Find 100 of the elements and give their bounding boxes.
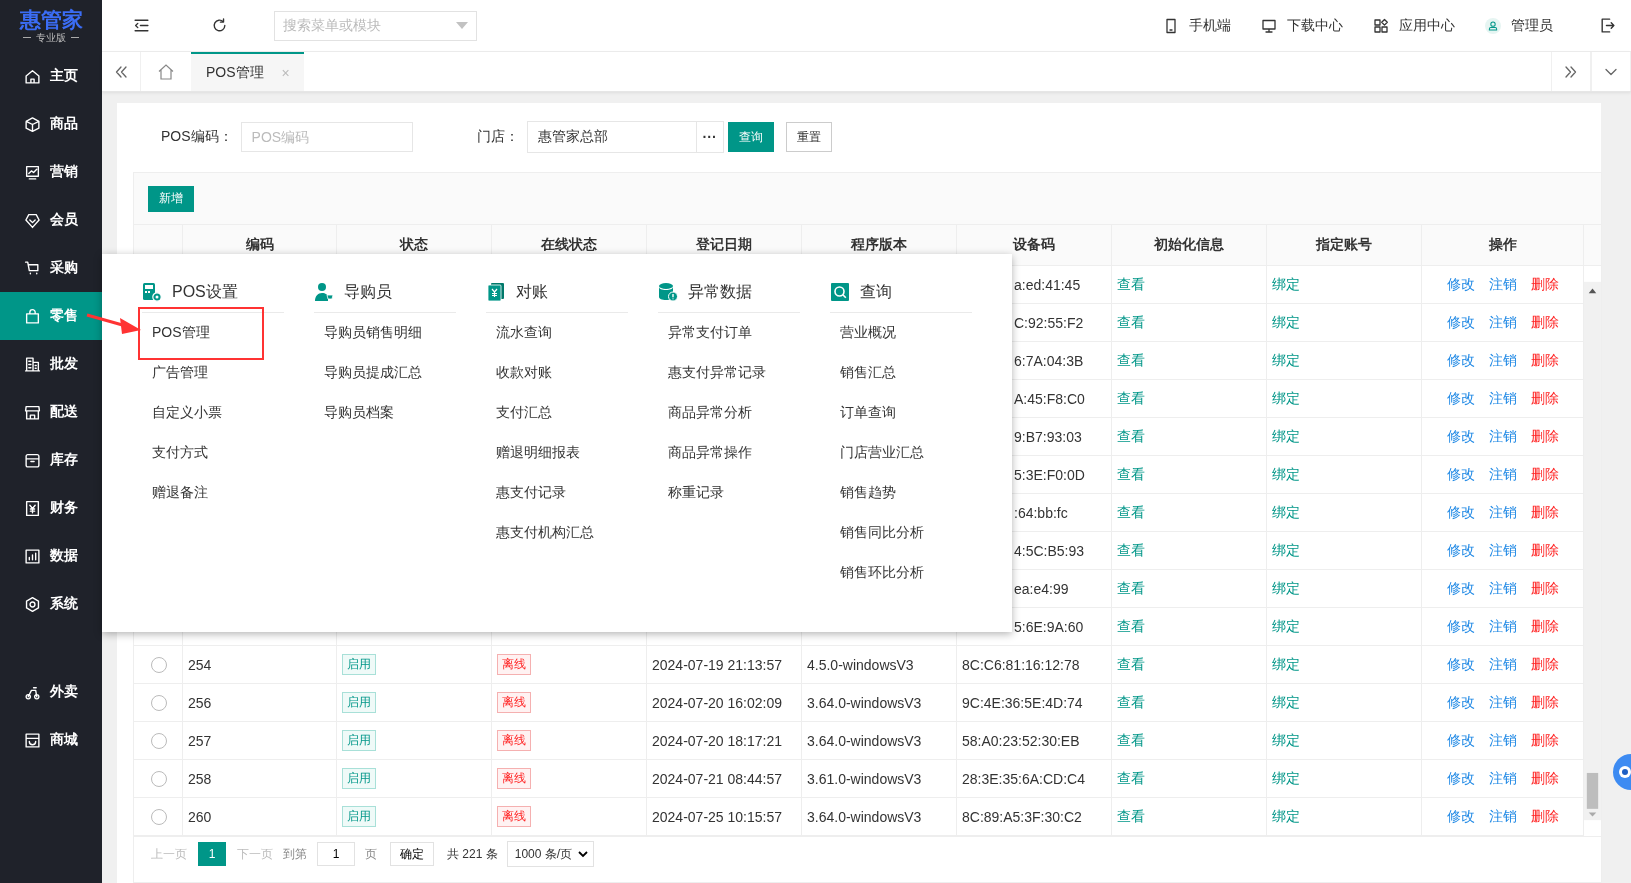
- header-link[interactable]: 应用中心: [1373, 16, 1455, 35]
- delete-link[interactable]: 删除: [1530, 769, 1559, 788]
- deactivate-link[interactable]: 注销: [1488, 769, 1517, 788]
- view-link[interactable]: 查看: [1117, 465, 1145, 484]
- sidebar-item[interactable]: 配送: [0, 388, 102, 436]
- menu-item[interactable]: 商品异常分析: [658, 393, 800, 433]
- edit-link[interactable]: 修改: [1446, 389, 1475, 408]
- delete-link[interactable]: 删除: [1530, 465, 1559, 484]
- edit-link[interactable]: 修改: [1446, 655, 1475, 674]
- sidebar-item[interactable]: 外卖: [0, 668, 102, 716]
- menu-item[interactable]: 导购员档案: [314, 393, 456, 433]
- sidebar-item[interactable]: 商城: [0, 716, 102, 764]
- deactivate-link[interactable]: 注销: [1488, 655, 1517, 674]
- user-menu[interactable]: 管理员: [1485, 16, 1553, 35]
- bind-link[interactable]: 绑定: [1272, 351, 1300, 370]
- floating-icon[interactable]: [1611, 752, 1631, 792]
- delete-link[interactable]: 删除: [1530, 351, 1559, 370]
- view-link[interactable]: 查看: [1117, 769, 1145, 788]
- deactivate-link[interactable]: 注销: [1488, 579, 1517, 598]
- delete-link[interactable]: 删除: [1530, 655, 1559, 674]
- view-link[interactable]: 查看: [1117, 617, 1145, 636]
- edit-link[interactable]: 修改: [1446, 617, 1475, 636]
- menu-item[interactable]: 支付汇总: [486, 393, 628, 433]
- deactivate-link[interactable]: 注销: [1488, 617, 1517, 636]
- edit-link[interactable]: 修改: [1446, 313, 1475, 332]
- home-icon[interactable]: [157, 62, 175, 81]
- menu-item[interactable]: 支付方式: [142, 433, 284, 473]
- bind-link[interactable]: 绑定: [1272, 731, 1300, 750]
- menu-item[interactable]: 广告管理: [142, 353, 284, 393]
- sidebar-item[interactable]: 营销: [0, 148, 102, 196]
- menu-item[interactable]: 异常支付订单: [658, 313, 800, 353]
- view-link[interactable]: 查看: [1117, 807, 1145, 826]
- edit-link[interactable]: 修改: [1446, 351, 1475, 370]
- menu-item[interactable]: 导购员销售明细: [314, 313, 456, 353]
- page-input[interactable]: 1: [317, 842, 355, 866]
- sidebar-item[interactable]: 库存: [0, 436, 102, 484]
- bind-link[interactable]: 绑定: [1272, 541, 1300, 560]
- edit-link[interactable]: 修改: [1446, 503, 1475, 522]
- view-link[interactable]: 查看: [1117, 427, 1145, 446]
- deactivate-link[interactable]: 注销: [1488, 541, 1517, 560]
- header-link[interactable]: 手机端: [1163, 16, 1231, 35]
- view-link[interactable]: 查看: [1117, 579, 1145, 598]
- bind-link[interactable]: 绑定: [1272, 655, 1300, 674]
- deactivate-link[interactable]: 注销: [1488, 503, 1517, 522]
- bind-link[interactable]: 绑定: [1272, 313, 1300, 332]
- delete-link[interactable]: 删除: [1530, 693, 1559, 712]
- delete-link[interactable]: 删除: [1530, 313, 1559, 332]
- store-field[interactable]: 惠管家总部: [527, 122, 697, 152]
- bind-link[interactable]: 绑定: [1272, 275, 1300, 294]
- sidebar-item[interactable]: 商品: [0, 100, 102, 148]
- menu-item[interactable]: 导购员提成汇总: [314, 353, 456, 393]
- tab[interactable]: POS管理 ×: [191, 52, 304, 91]
- deactivate-link[interactable]: 注销: [1488, 465, 1517, 484]
- menu-item[interactable]: 流水查询: [486, 313, 628, 353]
- edit-link[interactable]: 修改: [1446, 465, 1475, 484]
- bind-link[interactable]: 绑定: [1272, 769, 1300, 788]
- deactivate-link[interactable]: 注销: [1488, 389, 1517, 408]
- view-link[interactable]: 查看: [1117, 655, 1145, 674]
- deactivate-link[interactable]: 注销: [1488, 693, 1517, 712]
- bind-link[interactable]: 绑定: [1272, 503, 1300, 522]
- view-link[interactable]: 查看: [1117, 389, 1145, 408]
- bind-link[interactable]: 绑定: [1272, 693, 1300, 712]
- confirm-button[interactable]: 确定: [390, 842, 434, 866]
- sidebar-item[interactable]: 批发: [0, 340, 102, 388]
- reset-button[interactable]: 重置: [785, 122, 832, 152]
- delete-link[interactable]: 删除: [1530, 731, 1559, 750]
- page-size-select[interactable]: 1000 条/页: [506, 841, 595, 867]
- view-link[interactable]: 查看: [1117, 275, 1145, 294]
- bind-link[interactable]: 绑定: [1272, 389, 1300, 408]
- deactivate-link[interactable]: 注销: [1488, 731, 1517, 750]
- deactivate-link[interactable]: 注销: [1488, 313, 1517, 332]
- delete-link[interactable]: 删除: [1530, 427, 1559, 446]
- search-button[interactable]: 查询: [727, 122, 774, 152]
- menu-fold-icon[interactable]: [132, 17, 150, 34]
- bind-link[interactable]: 绑定: [1272, 427, 1300, 446]
- delete-link[interactable]: 删除: [1530, 275, 1559, 294]
- view-link[interactable]: 查看: [1117, 351, 1145, 370]
- menu-item[interactable]: 惠支付机构汇总: [486, 513, 628, 553]
- menu-item[interactable]: 收款对账: [486, 353, 628, 393]
- edit-link[interactable]: 修改: [1446, 579, 1475, 598]
- deactivate-link[interactable]: 注销: [1488, 275, 1517, 294]
- menu-item[interactable]: 赠退备注: [142, 473, 284, 513]
- edit-link[interactable]: 修改: [1446, 541, 1475, 560]
- delete-link[interactable]: 删除: [1530, 617, 1559, 636]
- sidebar-item[interactable]: 零售: [0, 292, 102, 340]
- sidebar-item[interactable]: 财务: [0, 484, 102, 532]
- menu-item[interactable]: 商品异常操作: [658, 433, 800, 473]
- sidebar-item[interactable]: 系统: [0, 580, 102, 628]
- delete-link[interactable]: 删除: [1530, 541, 1559, 560]
- sidebar-item[interactable]: 主页: [0, 52, 102, 100]
- menu-item[interactable]: 惠支付记录: [486, 473, 628, 513]
- menu-item[interactable]: 称重记录: [658, 473, 800, 513]
- input-field[interactable]: POS编码: [240, 122, 413, 152]
- deactivate-link[interactable]: 注销: [1488, 807, 1517, 826]
- sidebar-item[interactable]: 采购: [0, 244, 102, 292]
- bind-link[interactable]: 绑定: [1272, 465, 1300, 484]
- menu-item[interactable]: 自定义小票: [142, 393, 284, 433]
- sidebar-item[interactable]: 数据: [0, 532, 102, 580]
- edit-link[interactable]: 修改: [1446, 693, 1475, 712]
- delete-link[interactable]: 删除: [1530, 389, 1559, 408]
